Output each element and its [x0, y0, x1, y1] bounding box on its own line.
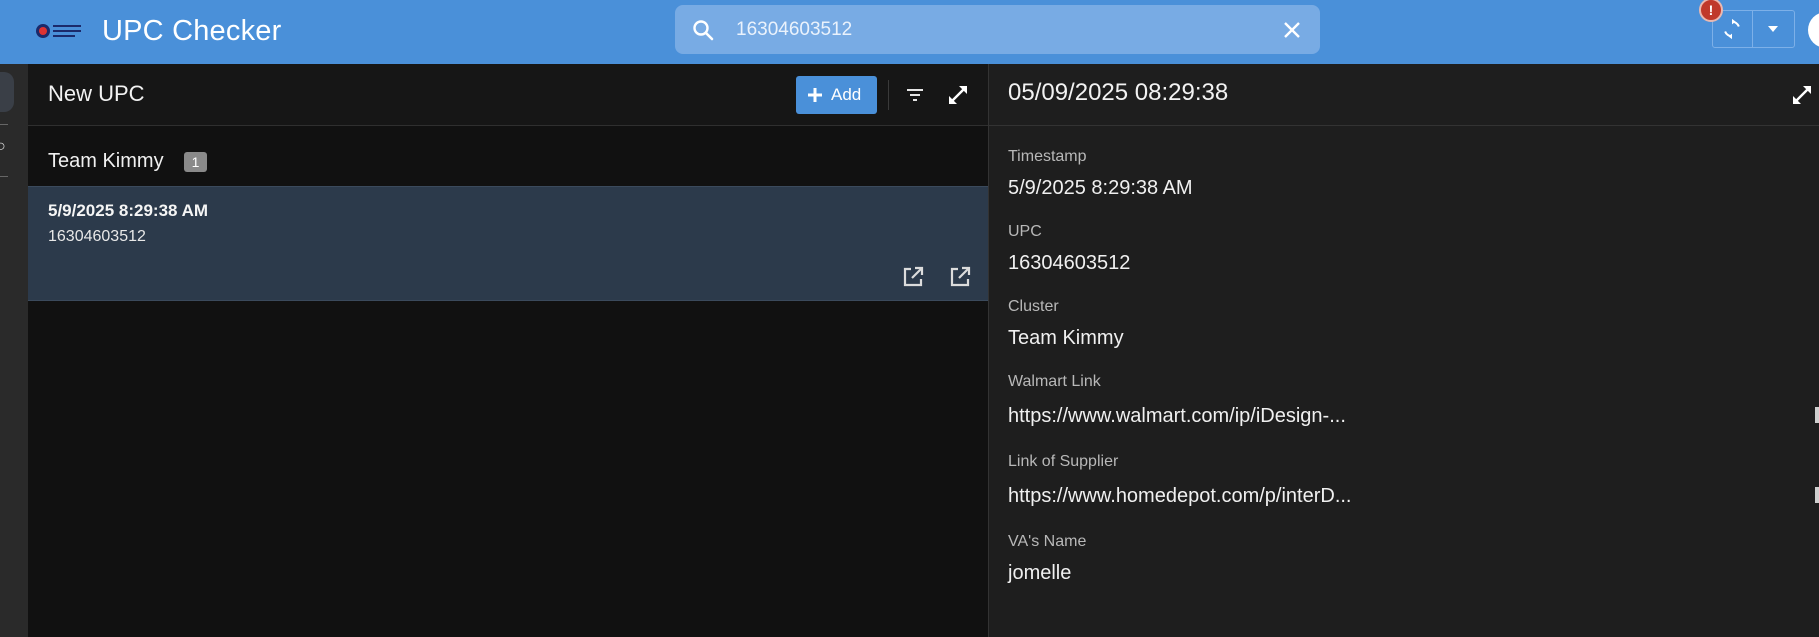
app-title: UPC Checker [102, 15, 282, 47]
expand-icon[interactable] [1790, 83, 1814, 107]
supplier-link[interactable]: https://www.homedepot.com/p/interD... [1008, 485, 1352, 508]
sync-button-group [1712, 10, 1795, 48]
copy-button[interactable] [1815, 407, 1819, 423]
field-value-cluster: Team Kimmy [1008, 327, 1124, 349]
group-title[interactable]: Team Kimmy [48, 150, 164, 173]
search-bar[interactable]: 16304603512 [675, 5, 1320, 54]
app-header: UPC Checker 16304603512 ! [0, 0, 1819, 64]
search-input[interactable]: 16304603512 [736, 19, 852, 41]
field-label-va-name: VA's Name [1008, 533, 1087, 550]
group-count-badge: 1 [184, 152, 207, 172]
field-label-supplier-link: Link of Supplier [1008, 453, 1119, 470]
walmart-link[interactable]: https://www.walmart.com/ip/iDesign-... [1008, 405, 1346, 428]
field-value-va-name: jomelle [1008, 562, 1072, 584]
add-button[interactable]: Add [796, 76, 877, 114]
field-label-cluster: Cluster [1008, 298, 1059, 315]
record-timestamp: 5/9/2025 8:29:38 AM [48, 201, 209, 220]
list-title: New UPC [48, 81, 145, 106]
open-in-new-icon[interactable] [901, 265, 925, 289]
chevron-down-icon[interactable] [1765, 23, 1781, 35]
list-panel: New UPC Add Team Kimmy 1 5/9/2025 8:29:3… [28, 64, 988, 637]
rail-item-icon[interactable]: ○ [0, 138, 6, 156]
header-divider [888, 80, 889, 110]
sync-icon[interactable] [1721, 18, 1743, 40]
brand-logo-icon[interactable] [32, 15, 84, 47]
side-rail: ○ [0, 64, 28, 637]
plus-icon [808, 88, 822, 102]
detail-title: 05/09/2025 08:29:38 [1008, 79, 1229, 106]
add-button-label: Add [831, 85, 862, 104]
detail-panel: 05/09/2025 08:29:38 Timestamp 5/9/2025 8… [989, 64, 1819, 637]
search-icon [693, 20, 714, 41]
field-label-timestamp: Timestamp [1008, 148, 1087, 165]
record-upc: 16304603512 [48, 228, 146, 245]
button-divider [1752, 11, 1753, 47]
rail-divider [0, 176, 8, 177]
detail-panel-header: 05/09/2025 08:29:38 [989, 64, 1819, 126]
field-label-upc: UPC [1008, 223, 1042, 240]
open-in-new-icon[interactable] [948, 265, 972, 289]
list-panel-header: New UPC Add [28, 64, 988, 126]
copy-button[interactable] [1815, 487, 1819, 503]
field-value-upc: 16304603512 [1008, 252, 1131, 274]
list-item[interactable]: 5/9/2025 8:29:38 AM 16304603512 [28, 186, 988, 301]
field-label-walmart-link: Walmart Link [1008, 373, 1101, 390]
expand-icon[interactable] [946, 83, 970, 107]
close-icon[interactable] [1280, 18, 1304, 42]
avatar[interactable] [1808, 12, 1819, 48]
field-value-timestamp: 5/9/2025 8:29:38 AM [1008, 177, 1193, 199]
rail-button[interactable] [0, 72, 14, 112]
filter-icon[interactable] [904, 84, 926, 106]
rail-divider [0, 124, 8, 125]
